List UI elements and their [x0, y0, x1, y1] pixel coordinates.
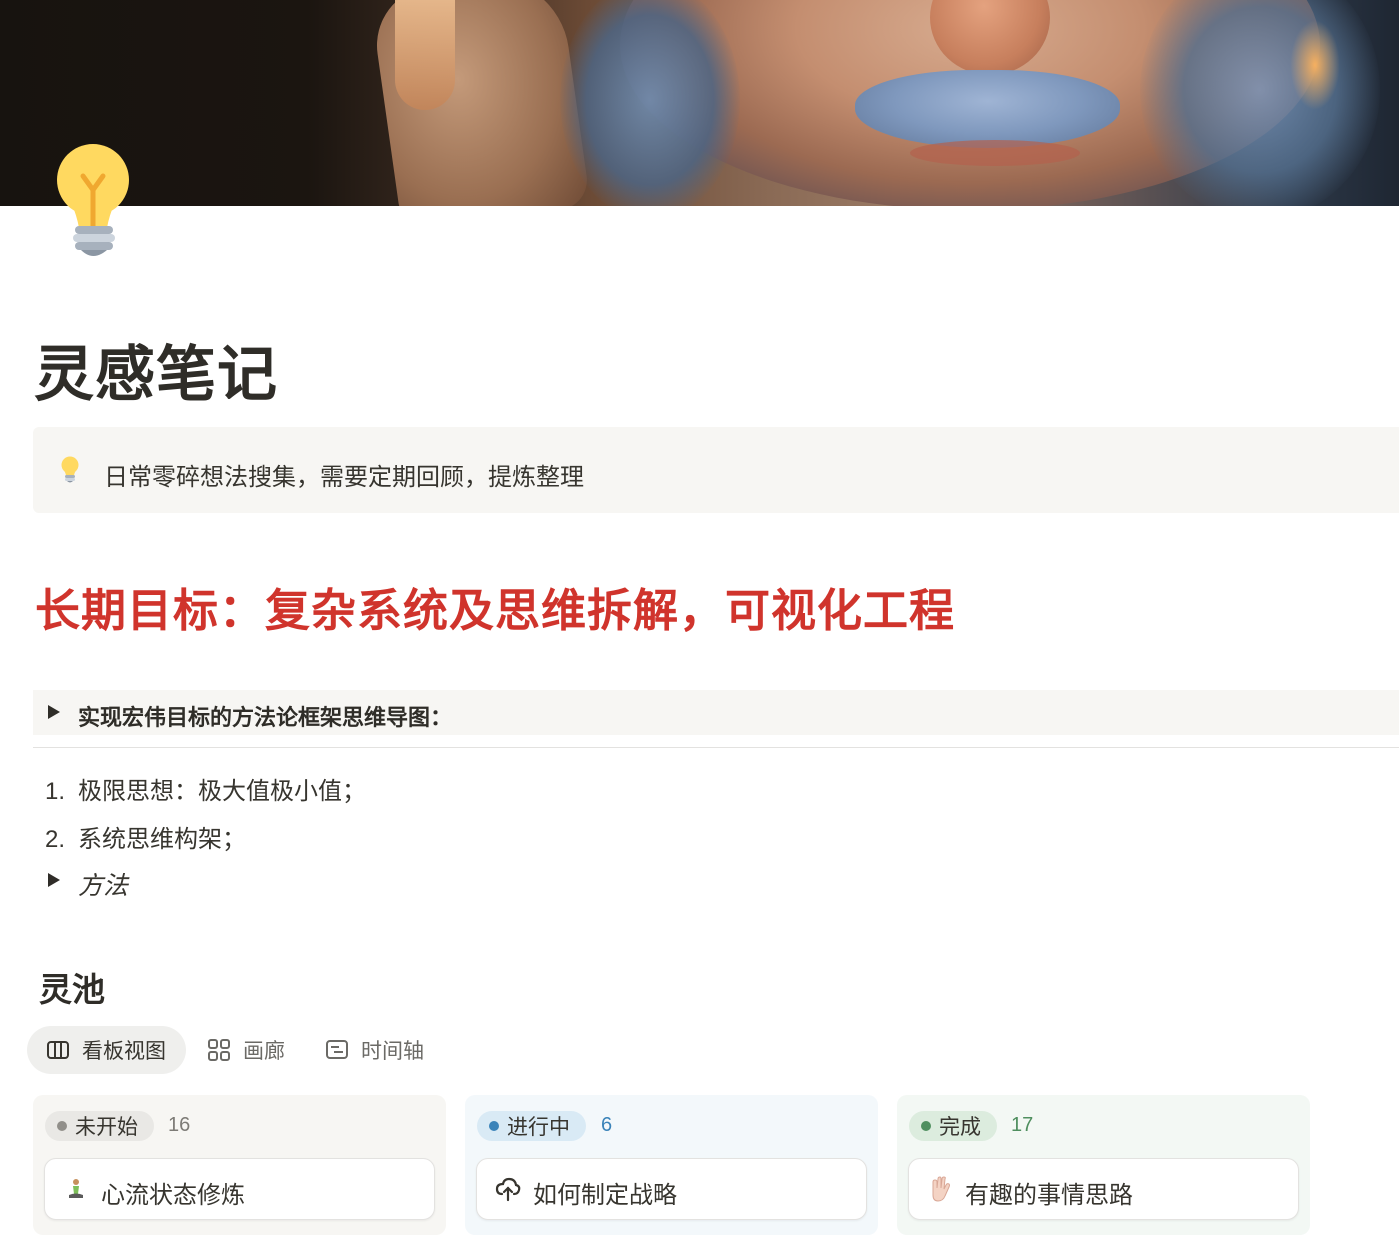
list-number: 1.: [45, 778, 66, 805]
list-item: 2. 系统思维构架；: [45, 819, 246, 854]
board-column-in-progress: 进行中 6 如何制定战略: [465, 1095, 878, 1235]
toggle-heading-text: 实现宏伟目标的方法论框架思维导图：: [78, 705, 453, 730]
status-badge[interactable]: 未开始: [45, 1111, 154, 1141]
status-label: 未开始: [75, 1116, 138, 1139]
toggle-method-text: 方法: [78, 872, 129, 900]
status-badge[interactable]: 进行中: [477, 1111, 586, 1141]
lightbulb-icon[interactable]: [59, 456, 81, 484]
tab-label: 画廊: [243, 1040, 285, 1063]
toggle-triangle-icon[interactable]: [48, 873, 60, 887]
board-card[interactable]: 有趣的事情思路: [908, 1158, 1299, 1220]
tab-timeline[interactable]: 时间轴: [325, 1026, 455, 1074]
card-title: 如何制定战略: [533, 1182, 677, 1209]
gallery-icon: [208, 1039, 230, 1061]
board-card[interactable]: 如何制定战略: [476, 1158, 867, 1220]
database-title[interactable]: 灵池: [39, 963, 105, 1011]
timeline-icon: [326, 1040, 348, 1059]
tab-label: 看板视图: [82, 1040, 166, 1063]
list-item-text: 极限思想：极大值极小值；: [78, 778, 366, 805]
lightbulb-icon[interactable]: [55, 142, 133, 260]
cover-image: [0, 0, 1399, 206]
page-title[interactable]: 灵感笔记: [34, 326, 278, 413]
goal-heading: 长期目标：复杂系统及思维拆解，可视化工程: [35, 585, 956, 636]
board-card[interactable]: 心流状态修炼: [44, 1158, 435, 1220]
column-count: 16: [168, 1114, 191, 1136]
board-icon: [47, 1041, 69, 1059]
callout-block[interactable]: 日常零碎想法搜集，需要定期回顾，提炼整理: [33, 427, 1399, 513]
tab-gallery[interactable]: 画廊: [207, 1026, 317, 1074]
tab-label: 时间轴: [361, 1040, 424, 1063]
status-label: 完成: [939, 1116, 981, 1139]
vulcan-hand-icon: [927, 1176, 953, 1202]
board-column-done: 完成 17 有趣的事情思路: [897, 1095, 1310, 1235]
tab-board-view[interactable]: 看板视图: [27, 1026, 186, 1074]
cloud-upload-icon: [495, 1176, 521, 1202]
list-item-text: 系统思维构架；: [78, 826, 246, 853]
status-dot: [57, 1121, 67, 1131]
toggle-method[interactable]: 方法: [45, 865, 345, 900]
board-column-not-started: 未开始 16 心流状态修炼: [33, 1095, 446, 1235]
column-count: 17: [1011, 1114, 1034, 1136]
toggle-heading[interactable]: 实现宏伟目标的方法论框架思维导图：: [33, 690, 1399, 735]
toggle-triangle-icon[interactable]: [48, 705, 60, 719]
divider: [33, 747, 1399, 748]
column-count: 6: [601, 1114, 613, 1136]
status-label: 进行中: [507, 1116, 570, 1139]
card-title: 有趣的事情思路: [965, 1182, 1133, 1209]
status-badge[interactable]: 完成: [909, 1111, 997, 1141]
callout-text: 日常零碎想法搜集，需要定期回顾，提炼整理: [104, 464, 584, 491]
list-number: 2.: [45, 826, 66, 853]
card-title: 心流状态修炼: [101, 1182, 245, 1209]
list-item: 1. 极限思想：极大值极小值；: [45, 771, 366, 806]
status-dot: [489, 1121, 499, 1131]
status-dot: [921, 1121, 931, 1131]
meditation-person-icon: [63, 1176, 89, 1202]
